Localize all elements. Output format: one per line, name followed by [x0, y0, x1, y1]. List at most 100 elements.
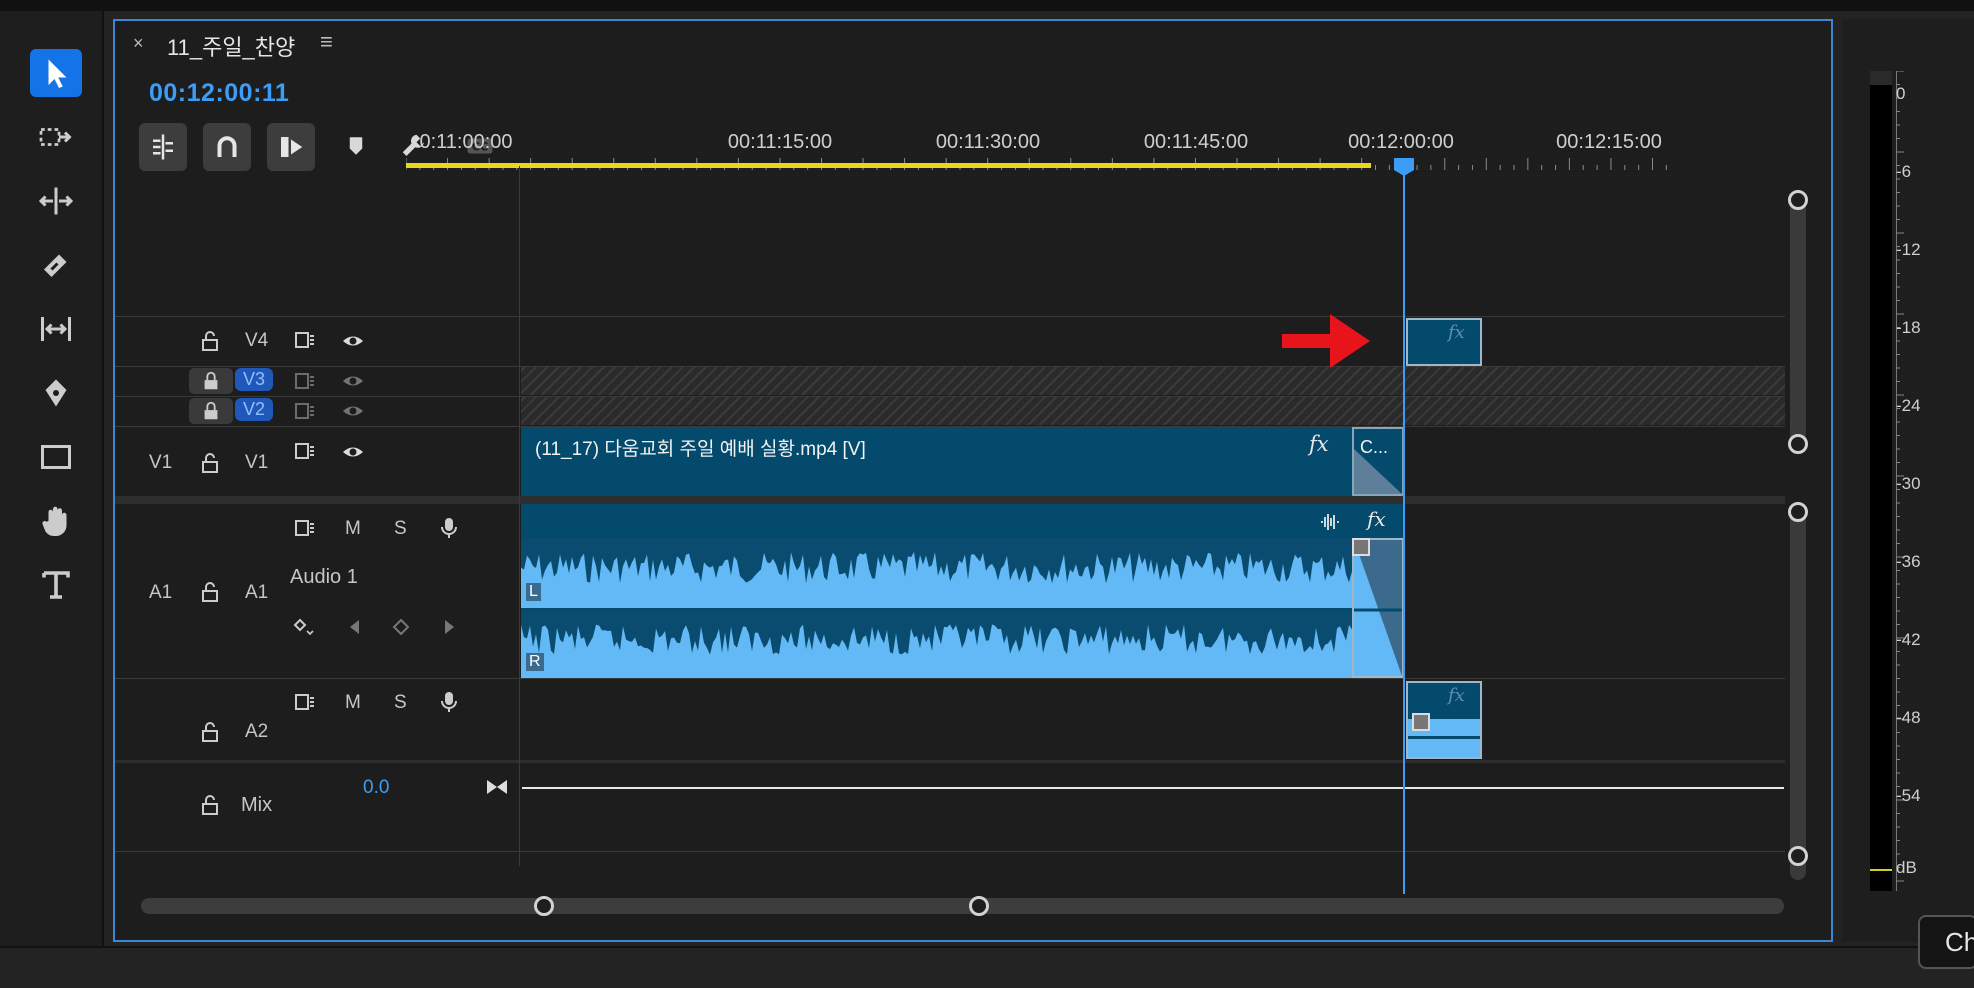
sync-lock-icon[interactable] — [292, 689, 318, 715]
channel-label-right: R — [526, 653, 544, 671]
audio-clip-fx-badge[interactable]: fx — [1367, 507, 1386, 531]
v4-clip-fx-badge[interactable]: fx — [1448, 322, 1465, 343]
scroll-handle[interactable] — [1788, 434, 1808, 454]
sync-lock-icon[interactable] — [292, 515, 318, 541]
audio-channel-left[interactable]: L — [521, 538, 1352, 608]
a2-clip-fx-badge[interactable]: fx — [1448, 685, 1465, 706]
video-transition[interactable]: C... — [1352, 427, 1404, 496]
source-patch-v1[interactable]: V1 — [149, 452, 172, 474]
lock-icon[interactable] — [197, 719, 223, 745]
ruler-label: 00:12:00:00 — [1348, 131, 1454, 153]
sync-lock-icon[interactable] — [292, 438, 318, 464]
microphone-icon[interactable] — [436, 515, 462, 541]
next-keyframe-icon[interactable] — [436, 614, 462, 640]
add-marker-icon[interactable] — [339, 129, 373, 163]
ruler-label: 00:11:30:00 — [935, 131, 1041, 153]
lock-icon[interactable] — [189, 398, 233, 424]
scroll-handle[interactable] — [1788, 190, 1808, 210]
meter-label: 0 — [1896, 84, 1906, 103]
track-label-a1[interactable]: A1 — [245, 582, 268, 604]
ruler-label: 00:12:15:00 — [1556, 131, 1662, 153]
track-divider — [115, 678, 1785, 679]
premiere-timeline-window: × 11_주일_찬양 ≡ 00:12:00:11 CC 0:11:00:00 0… — [0, 0, 1974, 988]
meter-label: -42 — [1896, 630, 1921, 649]
mix-volume-value[interactable]: 0.0 — [363, 777, 389, 799]
lock-icon[interactable] — [197, 450, 223, 476]
audio-vertical-scrollbar[interactable] — [1790, 504, 1806, 880]
audio-gain-icon[interactable] — [1318, 510, 1342, 534]
meter-bar — [1870, 71, 1892, 891]
eye-icon[interactable] — [340, 368, 366, 394]
panel-menu-icon[interactable]: ≡ — [320, 29, 333, 55]
track-divider — [115, 316, 1785, 317]
insert-nest-toggle-button[interactable] — [139, 123, 187, 171]
eye-icon[interactable] — [340, 328, 366, 354]
waveform-shape — [521, 611, 1352, 655]
waveform-shape — [521, 538, 1352, 584]
red-arrow-annotation-icon — [1282, 314, 1370, 368]
eye-icon[interactable] — [340, 398, 366, 424]
solo-button[interactable]: S — [394, 518, 407, 540]
channel-label-left: L — [526, 583, 541, 601]
track-label-a2[interactable]: A2 — [245, 721, 268, 743]
previous-keyframe-icon[interactable] — [342, 614, 368, 640]
linked-selection-icon[interactable] — [267, 123, 315, 171]
sync-lock-icon[interactable] — [292, 368, 318, 394]
transition-handle[interactable] — [1412, 713, 1430, 731]
keyframe-display-icon[interactable] — [291, 614, 317, 640]
microphone-icon[interactable] — [436, 689, 462, 715]
sync-lock-icon[interactable] — [292, 327, 318, 353]
close-tab-icon[interactable]: × — [133, 33, 144, 54]
selection-tool-icon[interactable] — [30, 49, 82, 97]
track-select-tool-icon[interactable] — [30, 113, 82, 161]
source-patch-a1[interactable]: A1 — [149, 582, 172, 604]
sync-lock-icon[interactable] — [292, 398, 318, 424]
track-label-v3[interactable]: V3 — [235, 368, 274, 391]
track-label-v2[interactable]: V2 — [235, 398, 274, 421]
zoom-handle-left[interactable] — [534, 896, 554, 916]
video-clip[interactable]: (11_17) 다움교회 주일 예배 실황.mp4 [V] fx — [521, 427, 1352, 496]
track-label-v4[interactable]: V4 — [245, 330, 268, 352]
add-keyframe-icon[interactable] — [388, 614, 414, 640]
scroll-handle[interactable] — [1788, 846, 1808, 866]
audio-clip-header[interactable]: fx — [521, 504, 1404, 538]
lock-icon[interactable] — [197, 328, 223, 354]
eye-icon[interactable] — [340, 439, 366, 465]
transition-handle[interactable] — [1352, 538, 1370, 556]
lock-icon[interactable] — [197, 792, 223, 818]
scroll-handle[interactable] — [1788, 502, 1808, 522]
audio-channel-right[interactable]: R — [521, 611, 1352, 678]
v4-small-clip[interactable]: fx — [1406, 318, 1482, 366]
lock-icon[interactable] — [197, 579, 223, 605]
video-audio-divider — [115, 496, 1785, 504]
meter-label: -12 — [1896, 240, 1921, 259]
mix-volume-line[interactable] — [522, 787, 1784, 789]
sequence-title: 11_주일_찬양 — [167, 35, 296, 60]
video-vertical-scrollbar[interactable] — [1790, 192, 1806, 452]
zoom-handle-right[interactable] — [969, 896, 989, 916]
time-ruler[interactable]: 0:11:00:00 00:11:15:00 00:11:30:00 00:11… — [406, 108, 1671, 170]
playhead-line[interactable] — [1403, 166, 1405, 894]
mute-button[interactable]: M — [345, 518, 361, 540]
horizontal-zoom-scrollbar[interactable] — [141, 898, 1784, 914]
track-name-audio-1: Audio 1 — [290, 566, 358, 588]
track-divider — [115, 760, 1785, 763]
audio-transition[interactable] — [1352, 538, 1404, 678]
channel-divider — [1408, 736, 1480, 739]
playhead-timecode[interactable]: 00:12:00:11 — [149, 79, 289, 108]
v2-targeted-track-area — [521, 397, 1785, 425]
v3-targeted-track-area — [521, 367, 1785, 395]
solo-button[interactable]: S — [394, 692, 407, 714]
a2-small-clip[interactable]: fx — [1406, 681, 1482, 759]
lock-icon[interactable] — [189, 368, 233, 394]
meter-label: -30 — [1896, 474, 1921, 493]
sequence-tab[interactable]: × 11_주일_찬양 ≡ — [115, 21, 1831, 71]
meter-label: -48 — [1896, 708, 1921, 727]
tooltip-chip[interactable]: Ch — [1918, 915, 1974, 969]
snap-icon[interactable] — [203, 123, 251, 171]
meter-label: -18 — [1896, 318, 1921, 337]
track-label-v1[interactable]: V1 — [245, 452, 268, 474]
mix-pan-icon[interactable] — [484, 774, 510, 800]
mute-button[interactable]: M — [345, 692, 361, 714]
video-clip-fx-badge[interactable]: fx — [1309, 432, 1329, 456]
